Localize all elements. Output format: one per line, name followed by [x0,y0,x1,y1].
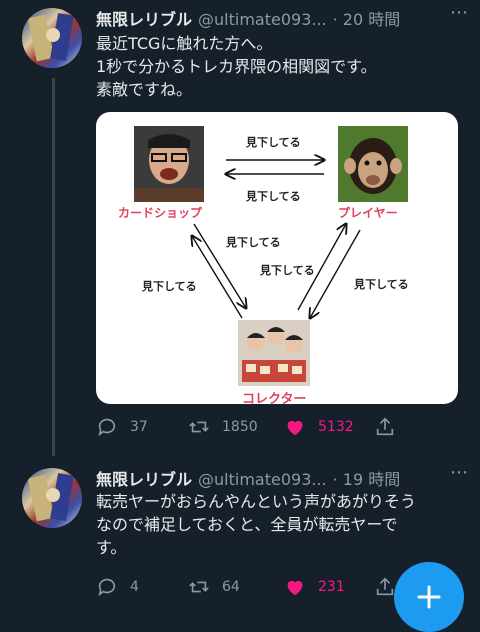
attached-image[interactable]: カードショップ プレイヤー コレクター 見下してる 見下してる 見下してる 見下… [96,112,458,404]
retweet-count: 1850 [222,419,258,435]
tweet-header: 無限レリブル @ultimate093... · 19 時間 [96,466,400,490]
edge-label: 見下してる [354,278,409,291]
retweet-count: 64 [222,579,240,595]
tweet-actions: 37 1850 5132 [96,414,466,440]
edge-label: 見下してる [246,136,301,149]
reply-icon [98,418,116,437]
reply-count: 37 [130,419,148,435]
heart-icon [287,580,303,596]
edge-label: 見下してる [142,280,197,293]
tweet-line: 最近TCGに触れた方へ。 [96,34,273,53]
tweet-line: 転売ヤーがおらんやんという声があがりそう [96,492,417,511]
like-button[interactable]: 231 [284,574,345,600]
more-icon[interactable]: ⋯ [450,462,469,483]
tweet-time[interactable]: · 20 時間 [333,10,401,29]
tweet-text: 最近TCGに触れた方へ。 1秒で分かるトレカ界隈の相関図です。 素敵ですね。 [96,32,466,101]
share-icon [376,417,394,436]
reply-button[interactable]: 37 [96,414,148,440]
tweet[interactable]: 無限レリブル @ultimate093... · 20 時間 ⋯ 最近TCGに触れた… [0,0,480,450]
tweet-text: 転売ヤーがおらんやんという声があがりそう なので補足しておくと、全員が転売ヤーで… [96,490,466,559]
author-name[interactable]: 無限レリブル [96,10,192,29]
tweet-line: 素敵ですね。 [96,80,193,99]
avatar[interactable] [22,8,82,68]
tweet-line: す。 [96,538,127,557]
tweet-line: なので補足しておくと、全員が転売ヤーで [96,515,398,534]
author-handle[interactable]: @ultimate093... [198,10,327,29]
retweet-button[interactable]: 1850 [188,414,258,440]
reply-icon [98,578,116,597]
retweet-icon [189,581,209,593]
share-button[interactable] [374,414,408,440]
reply-button[interactable]: 4 [96,574,139,600]
heart-icon [287,420,303,436]
more-icon[interactable]: ⋯ [450,2,469,23]
edge-label: 見下してる [246,190,301,203]
author-handle[interactable]: @ultimate093... [198,470,327,489]
tweet-header: 無限レリブル @ultimate093... · 20 時間 [96,6,400,30]
like-count: 231 [318,579,345,595]
edge-label: 見下してる [260,264,315,277]
retweet-button[interactable]: 64 [188,574,240,600]
like-count: 5132 [318,419,354,435]
like-button[interactable]: 5132 [284,414,354,440]
reply-count: 4 [130,579,139,595]
tweet-line: 1秒で分かるトレカ界隈の相関図です。 [96,57,377,76]
author-name[interactable]: 無限レリブル [96,470,192,489]
tweet-time[interactable]: · 19 時間 [333,470,401,489]
avatar[interactable] [22,468,82,528]
compose-button[interactable] [394,562,464,632]
diagram-arrows [96,112,361,404]
plus-icon [417,585,441,609]
share-icon [376,577,394,596]
edge-label: 見下してる [226,236,281,249]
retweet-icon [189,421,209,433]
